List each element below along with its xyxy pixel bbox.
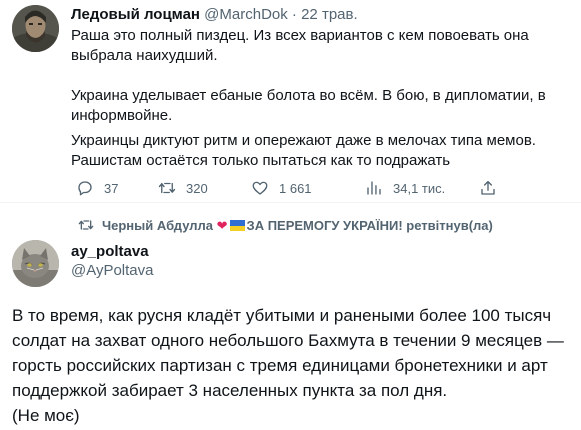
tweet[interactable]: Ледовый лоцман @MarchDok · 22 трав. Раша… <box>0 0 581 203</box>
tweet-line: Рашистам остаётся только пытаться как то… <box>71 152 451 169</box>
retweet-icon <box>78 220 94 230</box>
tweet-line: Раша это полный пиздец. Из всех варианто… <box>71 27 529 44</box>
retweet-suffix: ретвітнув(ла) <box>406 218 493 233</box>
reply-button[interactable]: 37 <box>76 178 118 198</box>
avatar[interactable] <box>12 5 59 52</box>
retweeter-slogan[interactable]: ЗА ПЕРЕМОГУ УКРАЇНИ! <box>247 218 403 233</box>
retweeter-name[interactable]: Черный Абдулла <box>102 218 213 233</box>
share-button[interactable] <box>479 178 497 198</box>
retweet-text: Черный Абдулла ❤ ЗА ПЕРЕМОГУ УКРАЇНИ! рет… <box>102 218 493 234</box>
views-count: 34,1 тис. <box>393 180 446 196</box>
quoted-tweet-text: В то время, как русня кладёт убитыми и р… <box>12 303 572 428</box>
reply-count: 37 <box>104 180 119 196</box>
retweet-icon <box>158 182 176 194</box>
tweet-text: Раша это полный пиздец. Из всех варианто… <box>71 26 561 171</box>
reply-icon <box>78 181 92 196</box>
heart-emoji: ❤ <box>216 218 228 233</box>
views-icon <box>367 181 381 195</box>
tweet-line: (Не моє) <box>12 406 80 425</box>
tweet-header: Ледовый лоцман @MarchDok · 22 трав. <box>71 5 358 25</box>
quoted-author-name[interactable]: ay_poltava <box>71 243 149 260</box>
heart-icon <box>252 181 268 195</box>
share-icon <box>481 180 495 195</box>
tweet-line: В то время, как русня кладёт убитыми и р… <box>12 306 552 325</box>
tweet-actions: 37 320 1 661 34,1 тис. <box>71 178 511 198</box>
tweet-line: солдат на захват одного небольшого Бахму… <box>12 331 564 350</box>
like-count: 1 661 <box>279 180 312 196</box>
tweet-line: информвойне. <box>71 107 173 124</box>
avatar[interactable] <box>12 240 59 287</box>
tweet-line: Украина уделывает ебаные болота во всём.… <box>71 87 546 104</box>
tweet-line: выбрала наихудший. <box>71 47 218 64</box>
separator: · <box>291 6 297 23</box>
tweet-line: поддержкой забирает 3 населенных пункта … <box>12 381 448 400</box>
tweet-date[interactable]: 22 трав. <box>301 6 358 23</box>
quoted-author-handle[interactable]: @AyPoltava <box>71 262 154 279</box>
author-name[interactable]: Ледовый лоцман <box>71 6 200 23</box>
ukraine-flag-icon <box>229 220 245 231</box>
like-button[interactable]: 1 661 <box>251 178 312 198</box>
retweet-button[interactable]: 320 <box>158 178 208 198</box>
author-handle[interactable]: @MarchDok <box>204 6 288 23</box>
retweet-count: 320 <box>186 180 208 196</box>
tweet-line: Украинцы диктуют ритм и опережают даже в… <box>71 132 536 149</box>
tweet-line: горсть российских партизан с тремя едини… <box>12 356 548 375</box>
views-button[interactable]: 34,1 тис. <box>365 178 445 198</box>
retweet-banner[interactable]: Черный Абдулла ❤ ЗА ПЕРЕМОГУ УКРАЇНИ! рет… <box>0 216 581 236</box>
